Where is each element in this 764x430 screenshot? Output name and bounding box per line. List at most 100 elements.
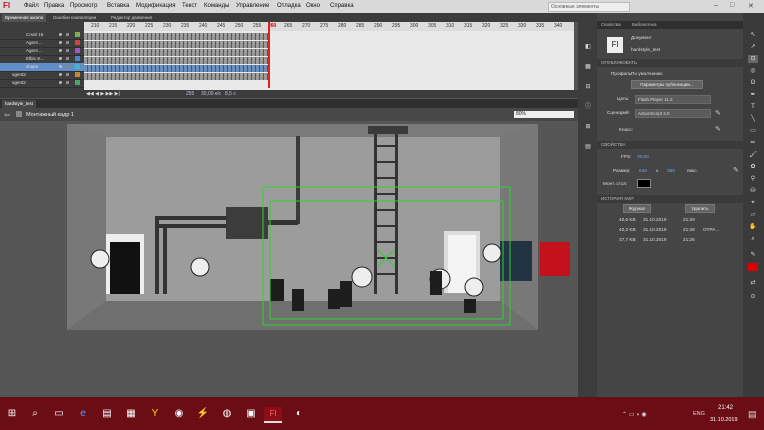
lock-icon[interactable] bbox=[66, 65, 69, 68]
lock-icon[interactable] bbox=[66, 57, 69, 60]
tab-compiler-errors[interactable]: Ошибки компиляции bbox=[50, 14, 99, 22]
search-icon[interactable]: ⌕ bbox=[28, 407, 42, 421]
hand-tool-icon[interactable]: ✋ bbox=[748, 223, 758, 231]
minimize-icon[interactable]: – bbox=[714, 2, 718, 9]
frame-span[interactable] bbox=[84, 33, 270, 40]
browser-icon[interactable]: ◉ bbox=[172, 407, 186, 421]
tab-document[interactable]: hardstyle_test bbox=[2, 100, 37, 108]
3d-rotation-icon[interactable]: ◎ bbox=[748, 67, 758, 75]
rectangle-tool-icon[interactable]: ▭ bbox=[748, 127, 758, 135]
deco-tool-icon[interactable]: ✿ bbox=[748, 163, 758, 171]
publish-section[interactable]: ОПУБЛИКОВАТЬ bbox=[597, 59, 743, 67]
pencil-icon[interactable]: ✎ bbox=[715, 125, 721, 133]
transform-icon[interactable]: ⊞ bbox=[583, 123, 593, 131]
lock-icon[interactable] bbox=[66, 49, 69, 52]
windows-start-icon[interactable]: ⊞ bbox=[5, 407, 19, 421]
layer-color-swatch[interactable] bbox=[75, 56, 80, 61]
maximize-icon[interactable]: □ bbox=[730, 2, 734, 9]
tray-icons[interactable]: ⌃ ▭ ◖ ◉ bbox=[622, 411, 647, 418]
line-tool-icon[interactable]: ╲ bbox=[748, 115, 758, 123]
menu-text[interactable]: Текст bbox=[182, 3, 197, 9]
menu-control[interactable]: Управление bbox=[236, 3, 269, 9]
eyedropper-icon[interactable]: ⌖ bbox=[748, 199, 758, 207]
publish-settings-button[interactable]: Параметры публикации... bbox=[631, 80, 703, 89]
scene-name[interactable]: Монтажный кадр 1 bbox=[26, 112, 74, 118]
menu-debug[interactable]: Отладка bbox=[277, 3, 301, 9]
menu-view[interactable]: Просмотр bbox=[70, 3, 97, 9]
clear-button[interactable]: Удалить bbox=[685, 204, 715, 213]
steam-icon[interactable]: ◍ bbox=[220, 407, 234, 421]
layer-row[interactable]: agent2 bbox=[0, 79, 84, 88]
fl-studio-icon[interactable]: ⚡ bbox=[196, 407, 210, 421]
pen-tool-icon[interactable]: ✒ bbox=[748, 91, 758, 99]
current-frame[interactable]: 255 bbox=[186, 91, 194, 97]
pencil-tool-icon[interactable]: ✏ bbox=[748, 139, 758, 147]
wrench-icon[interactable]: ✎ bbox=[733, 166, 739, 174]
menu-file[interactable]: Файл bbox=[24, 3, 39, 9]
lock-icon[interactable] bbox=[66, 41, 69, 44]
visibility-icon[interactable] bbox=[59, 57, 62, 60]
frame-span[interactable] bbox=[84, 57, 270, 64]
app-icon[interactable]: ▣ bbox=[244, 407, 258, 421]
zoom-tool-icon[interactable]: ⌕ bbox=[748, 235, 758, 243]
visibility-icon[interactable] bbox=[59, 81, 62, 84]
lasso-icon[interactable]: ʘ bbox=[748, 79, 758, 87]
animate-app-icon[interactable]: Fl bbox=[264, 407, 282, 423]
calculator-icon[interactable]: ▦ bbox=[124, 407, 138, 421]
frames-grid[interactable] bbox=[84, 22, 574, 90]
tab-properties[interactable]: Свойства bbox=[601, 22, 621, 27]
color-icon[interactable]: ◧ bbox=[583, 43, 593, 51]
task-view-icon[interactable]: ▭ bbox=[52, 407, 66, 421]
language-indicator[interactable]: ENG bbox=[693, 411, 705, 417]
menu-insert[interactable]: Вставка bbox=[107, 3, 129, 9]
notification-icon[interactable]: ▤ bbox=[748, 409, 757, 420]
layer-color-swatch[interactable] bbox=[75, 72, 80, 77]
menu-help[interactable]: Справка bbox=[330, 3, 354, 9]
playback-buttons[interactable]: ◀◀ ◀ ▶ ▶▶ ▶| bbox=[86, 91, 120, 97]
playhead[interactable] bbox=[268, 22, 270, 88]
fps-value[interactable]: 30,00 bbox=[637, 154, 649, 159]
lock-icon[interactable] bbox=[66, 33, 69, 36]
fill-color-icon[interactable] bbox=[748, 263, 758, 271]
paint-bucket-icon[interactable]: ⛁ bbox=[748, 187, 758, 195]
layer-color-swatch[interactable] bbox=[75, 48, 80, 53]
frame-span[interactable] bbox=[84, 49, 270, 56]
zoom-select[interactable]: 80% bbox=[514, 111, 574, 118]
menu-commands[interactable]: Команды bbox=[204, 3, 229, 9]
menu-edit[interactable]: Правка bbox=[44, 3, 64, 9]
elapsed-time[interactable]: 8,5 с bbox=[225, 91, 236, 97]
frame-ruler[interactable]: 210 215 220 225 230 235 240 245 250 255 … bbox=[84, 22, 574, 31]
visibility-icon[interactable] bbox=[59, 49, 62, 52]
stroke-color-icon[interactable]: ✎ bbox=[748, 251, 758, 259]
stage-canvas[interactable] bbox=[0, 121, 578, 396]
frame-span[interactable] bbox=[84, 65, 270, 72]
stage-area[interactable] bbox=[0, 121, 578, 396]
clock-time[interactable]: 21:42 bbox=[718, 405, 733, 411]
lock-icon[interactable] bbox=[66, 81, 69, 84]
properties-section[interactable]: СВОЙСТВА bbox=[597, 141, 743, 149]
menu-modify[interactable]: Модификация bbox=[136, 3, 176, 9]
target-select[interactable]: Flash Player 11.2 bbox=[635, 95, 711, 104]
layer-color-swatch[interactable] bbox=[75, 32, 80, 37]
workspace-dropdown[interactable]: Основные элементы bbox=[548, 2, 630, 12]
layer-color-swatch[interactable] bbox=[75, 40, 80, 45]
visibility-icon[interactable] bbox=[59, 73, 62, 76]
library-icon[interactable]: ▤ bbox=[583, 143, 593, 151]
swf-history-section[interactable]: ИСТОРИЯ SWF bbox=[597, 195, 743, 203]
eraser-icon[interactable]: ▱ bbox=[748, 211, 758, 219]
snap-icon[interactable]: ⊙ bbox=[748, 293, 758, 301]
swatches-icon[interactable]: ▦ bbox=[583, 63, 593, 71]
frame-span[interactable] bbox=[84, 73, 270, 80]
clock-date[interactable]: 31.10.2019 bbox=[710, 417, 738, 423]
tab-library[interactable]: Библиотека bbox=[632, 22, 656, 27]
visibility-icon[interactable] bbox=[59, 33, 62, 36]
frame-span[interactable] bbox=[84, 41, 270, 48]
lock-icon[interactable] bbox=[66, 73, 69, 76]
layer-color-swatch[interactable] bbox=[75, 80, 80, 85]
close-icon[interactable]: ✕ bbox=[748, 2, 754, 10]
menu-window[interactable]: Окно bbox=[306, 3, 320, 9]
tab-motion-editor[interactable]: Редактор движения bbox=[108, 14, 155, 22]
width-value[interactable]: 640 bbox=[639, 168, 647, 173]
frame-rate[interactable]: 30,00 к/с bbox=[201, 91, 221, 97]
app-icon[interactable]: ◐ bbox=[292, 407, 306, 421]
